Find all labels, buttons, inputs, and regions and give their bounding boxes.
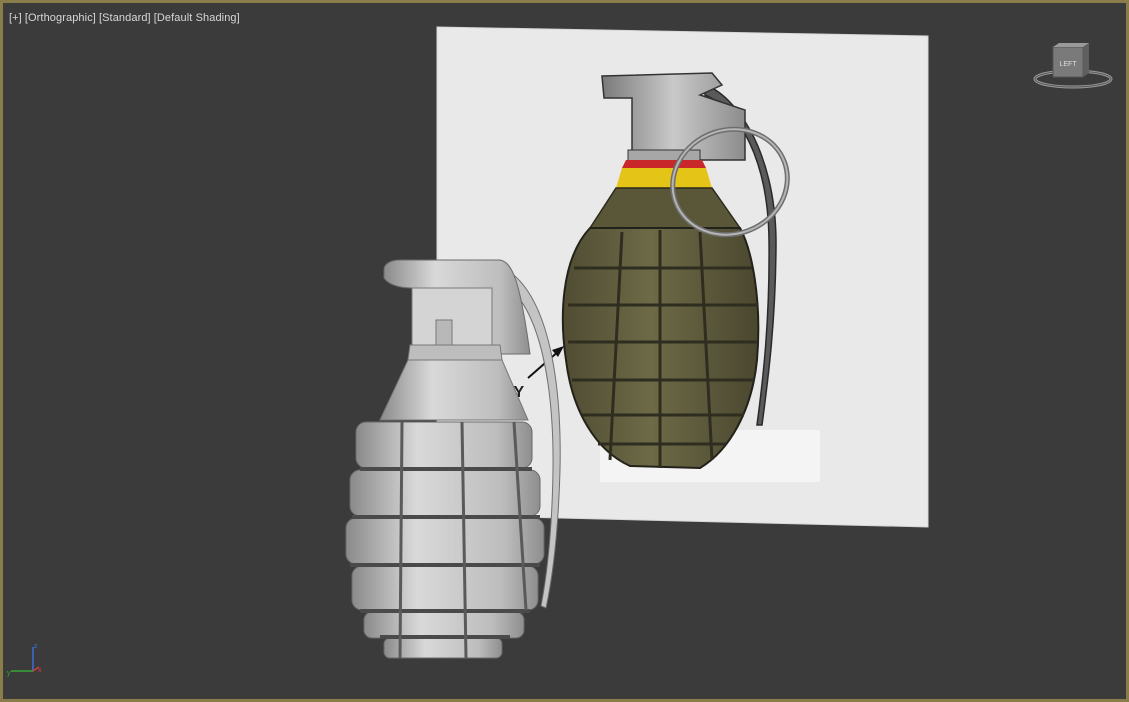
- axis-x-label: x: [38, 667, 42, 674]
- viewport-perspective[interactable]: [+] [Orthographic] [Standard] [Default Shad…: [0, 0, 1129, 702]
- axis-z-label: z: [34, 643, 38, 650]
- viewcube-face-label: LEFT: [1059, 61, 1077, 68]
- axis-gizmo: z y x: [5, 639, 45, 679]
- axis-y-label: y: [7, 670, 11, 677]
- scene-canvas[interactable]: DY: [3, 3, 1126, 699]
- viewcube[interactable]: LEFT: [1031, 41, 1115, 93]
